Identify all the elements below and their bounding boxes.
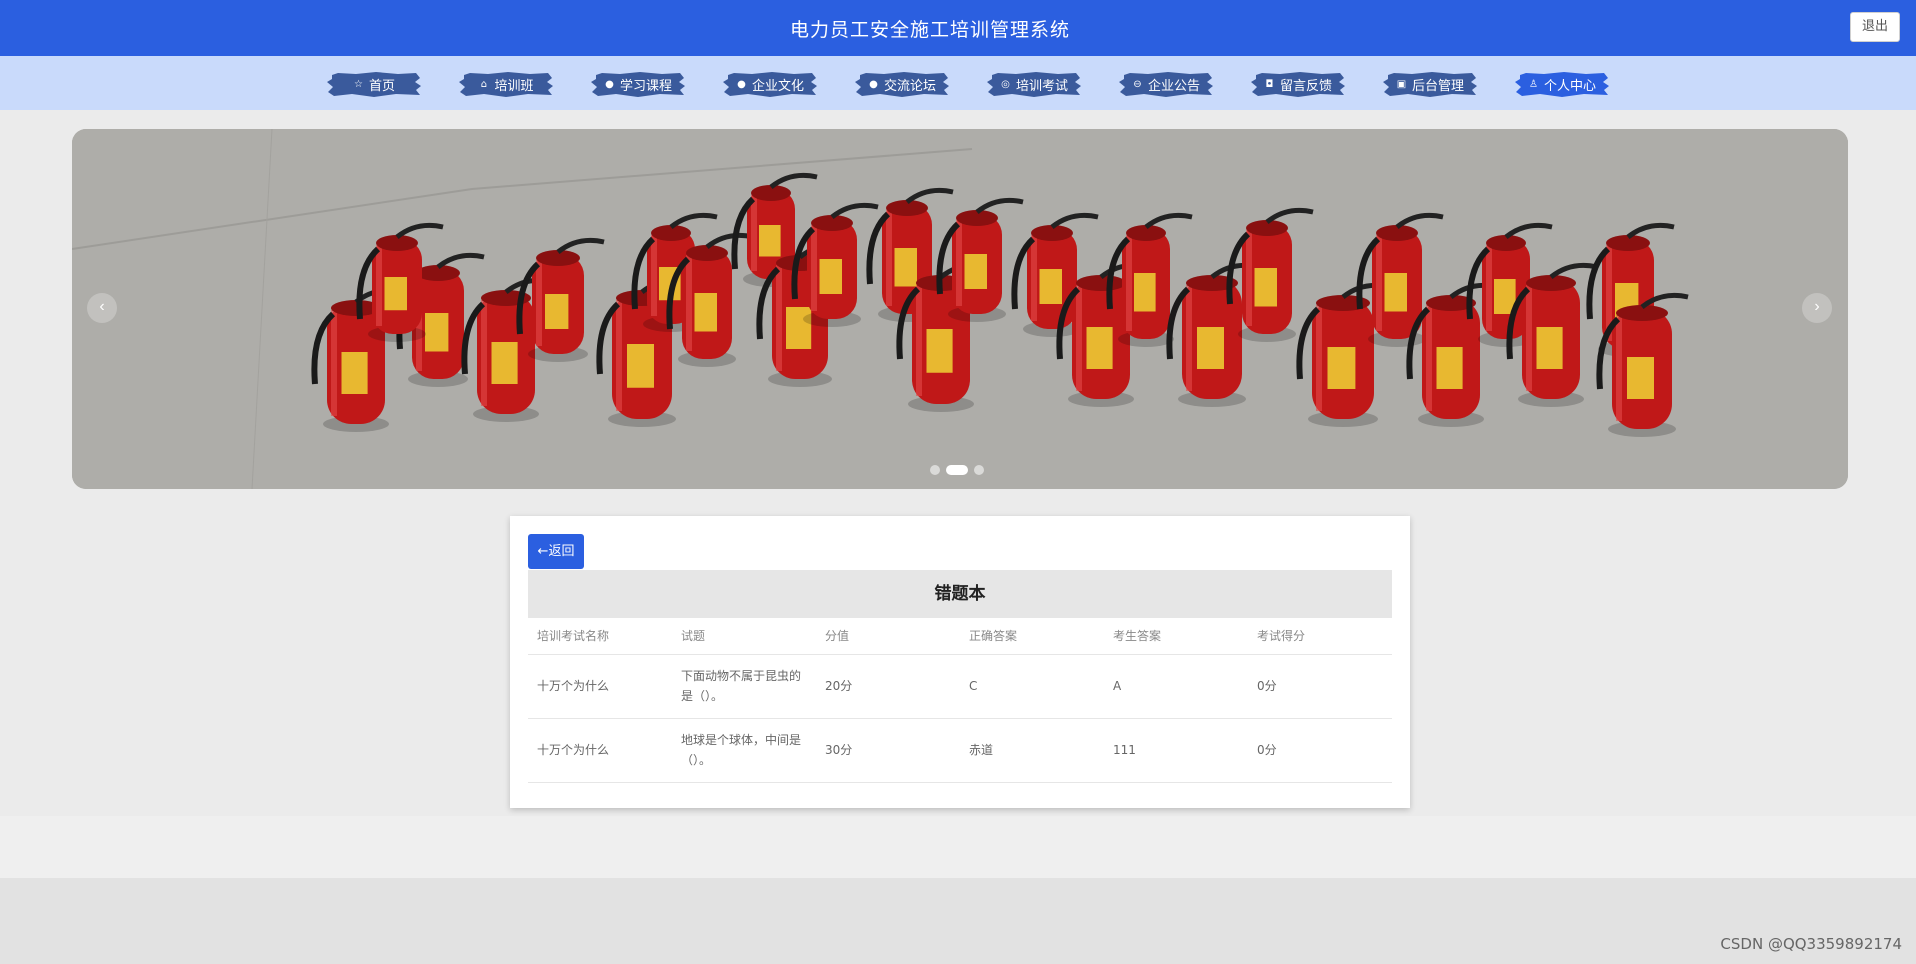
site-title: 电力员工安全施工培训管理系统 — [789, 19, 1070, 41]
table-cell-question: 下面动物不属于昆虫的是（）。 — [672, 654, 816, 719]
banner-carousel[interactable] — [72, 129, 1848, 489]
column-header: 分值 — [816, 618, 960, 655]
nav-item-label: 学习课程 — [619, 78, 672, 94]
table-cell-exam-name: 十万个为什么 — [528, 718, 672, 783]
table-cell-exam-name: 十万个为什么 — [528, 654, 672, 719]
column-header: 正确答案 — [960, 618, 1104, 655]
question-circle-icon: ● — [737, 78, 746, 90]
column-header: 试题 — [672, 618, 816, 655]
target-icon: ◎ — [1001, 78, 1010, 90]
nav-item-label: 个人中心 — [1543, 78, 1596, 94]
nav-item[interactable]: ⊖ 企业公告 — [1118, 70, 1214, 98]
table-cell-exam-score: 0分 — [1248, 654, 1392, 719]
package-icon: ▣ — [1396, 78, 1407, 90]
nav-item[interactable]: ● 企业文化 — [722, 70, 818, 98]
nav-item[interactable]: ● 交流论坛 — [854, 70, 950, 98]
wrong-answers-card: ←返回 错题本 培训考试名称 试题 分值 正确答案 考生答案 考试得分 十万个为… — [510, 516, 1410, 808]
carousel-prev-button[interactable]: ‹ — [87, 293, 117, 323]
user-icon: ♙ — [1529, 78, 1538, 90]
column-header: 考生答案 — [1104, 618, 1248, 655]
nav-item-label: 企业文化 — [751, 78, 804, 94]
nav-item-label: 培训考试 — [1015, 78, 1068, 94]
bag-icon: ⌂ — [480, 78, 488, 90]
back-button[interactable]: ←返回 — [528, 534, 584, 569]
carousel-dot[interactable] — [974, 465, 984, 475]
nav-item-label: 留言反馈 — [1279, 78, 1332, 94]
info-circle-icon: ● — [605, 78, 614, 90]
table-cell-score-value: 30分 — [816, 718, 960, 783]
nav-item[interactable]: ● 学习课程 — [590, 70, 686, 98]
carousel-next-button[interactable]: › — [1802, 293, 1832, 323]
nav-item[interactable]: ⌂ 培训班 — [458, 70, 554, 98]
nav-item[interactable]: ☆ 首页 — [326, 70, 422, 98]
table-title: 错题本 — [528, 570, 1392, 618]
fire-extinguishers-photo — [72, 129, 1848, 489]
watermark: CSDN @QQ3359892174 — [1720, 935, 1902, 953]
table-cell-exam-score: 0分 — [1248, 718, 1392, 783]
column-header: 考试得分 — [1248, 618, 1392, 655]
camera-icon: ◘ — [1265, 78, 1274, 90]
table-header-row: 培训考试名称 试题 分值 正确答案 考生答案 考试得分 — [528, 618, 1392, 655]
top-header: 电力员工安全施工培训管理系统 退出 — [0, 0, 1916, 56]
table-cell-student-answer: 111 — [1104, 718, 1248, 783]
logout-button[interactable]: 退出 — [1850, 12, 1900, 42]
nav-item[interactable]: ◎ 培训考试 — [986, 70, 1082, 98]
nav-item-label: 首页 — [368, 78, 395, 94]
minus-circle-icon: ⊖ — [1133, 78, 1142, 90]
carousel-indicators — [930, 465, 984, 475]
nav-item[interactable]: ◘ 留言反馈 — [1250, 70, 1346, 98]
nav-item-label: 后台管理 — [1411, 78, 1464, 94]
carousel-dot-active[interactable] — [946, 465, 968, 475]
table-row: 十万个为什么 下面动物不属于昆虫的是（）。 20分 C A 0分 — [528, 654, 1392, 719]
table-cell-question: 地球是个球体，中间是（）。 — [672, 718, 816, 783]
table-cell-correct-answer: 赤道 — [960, 718, 1104, 783]
carousel-dot[interactable] — [930, 465, 940, 475]
table-cell-student-answer: A — [1104, 654, 1248, 719]
wrong-answers-table: 培训考试名称 试题 分值 正确答案 考生答案 考试得分 十万个为什么 下面动物不… — [528, 618, 1392, 783]
nav-item[interactable]: ♙ 个人中心 — [1514, 70, 1610, 98]
nav-item-label: 企业公告 — [1147, 78, 1200, 94]
main-nav: ☆ 首页 ⌂ 培训班 ● 学习课程 ● 企业文化 ● 交流论坛 ◎ 培训考试 ⊖ 企业公告 ◘ 留言反馈 ▣ 后台… — [0, 56, 1916, 110]
nav-item-label: 交流论坛 — [883, 78, 936, 94]
nav-item-label: 培训班 — [494, 78, 534, 94]
star-icon: ☆ — [354, 78, 363, 90]
nav-item[interactable]: ▣ 后台管理 — [1382, 70, 1478, 98]
column-header: 培训考试名称 — [528, 618, 672, 655]
table-cell-correct-answer: C — [960, 654, 1104, 719]
table-cell-score-value: 20分 — [816, 654, 960, 719]
table-row: 十万个为什么 地球是个球体，中间是（）。 30分 赤道 111 0分 — [528, 718, 1392, 783]
footer — [0, 816, 1916, 878]
info-circle-icon: ● — [869, 78, 878, 90]
